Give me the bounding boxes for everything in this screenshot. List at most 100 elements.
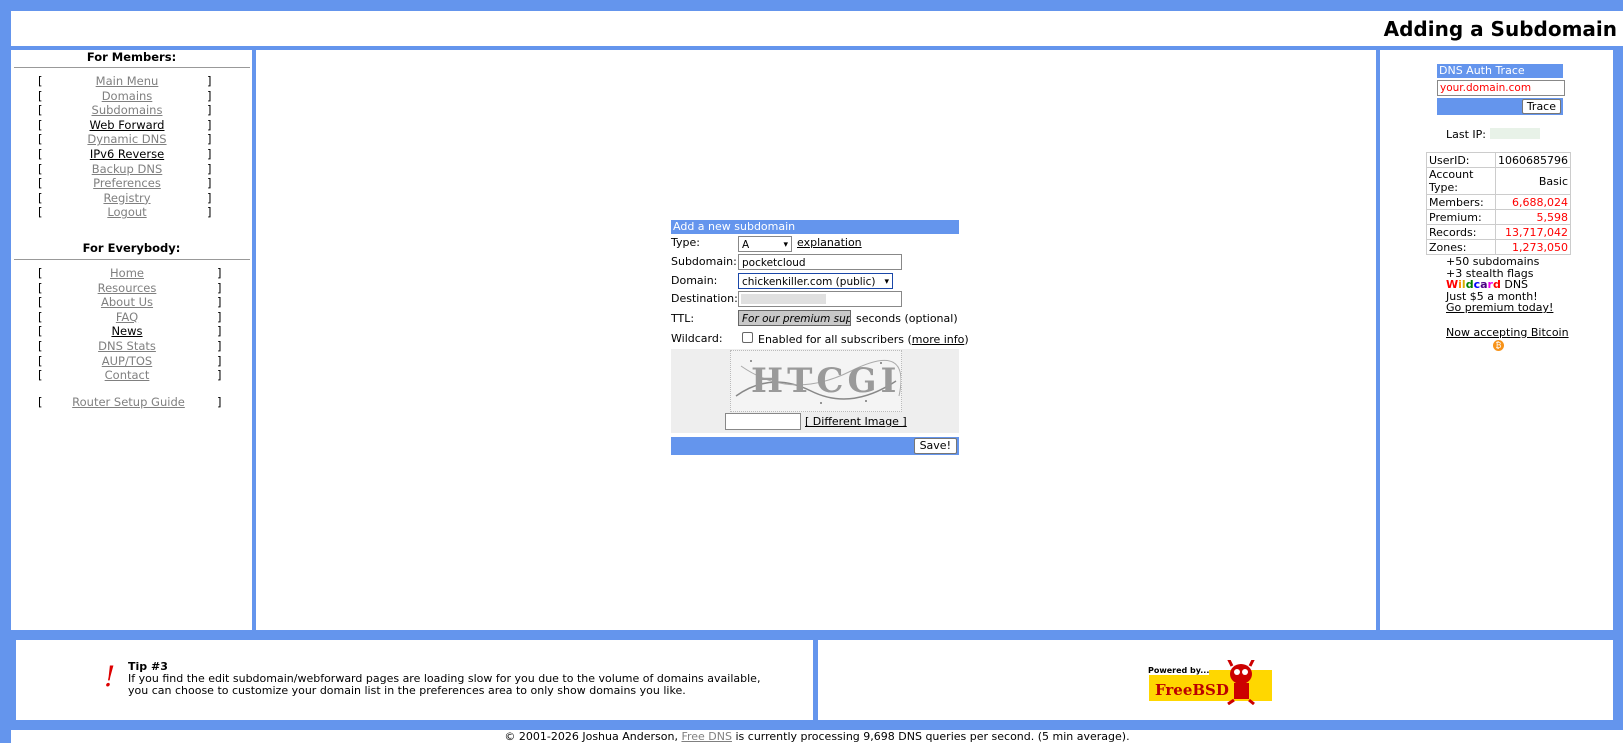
news-link[interactable]: News — [52, 324, 202, 338]
preferences-link[interactable]: Preferences — [52, 176, 202, 190]
resources-link[interactable]: Resources — [52, 281, 202, 295]
faq-link[interactable]: FAQ — [52, 310, 202, 324]
stat-value: 5,598 — [1495, 209, 1571, 225]
stats-row: Zones: 1,273,050 — [1426, 239, 1571, 255]
explanation-link[interactable]: explanation — [797, 236, 862, 249]
stat-label: Zones: — [1426, 239, 1496, 255]
stat-label: Account Type: — [1426, 167, 1496, 195]
redacted-value — [741, 294, 826, 304]
type-select[interactable]: A ▾ — [738, 236, 792, 252]
sidebar-item-news: [News] — [38, 324, 222, 339]
stat-label: UserID: — [1426, 152, 1496, 168]
wildcard-label: Wildcard: — [671, 332, 723, 345]
stat-value: 13,717,042 — [1495, 224, 1571, 240]
trace-button[interactable]: Trace — [1521, 99, 1561, 114]
subdomain-label: Subdomain: — [671, 255, 737, 268]
contact-link[interactable]: Contact — [52, 368, 202, 382]
everybody-section-title: For Everybody: — [82, 241, 181, 255]
sidebar-item-subdomains: [Subdomains] — [38, 103, 212, 118]
bitcoin-icon: ₿ — [1493, 340, 1504, 351]
freebsd-logo[interactable]: Powered by... FreeBSD — [1148, 657, 1272, 706]
ttl-input[interactable]: For our premium suppc — [738, 310, 851, 326]
ipv6-reverse-link[interactable]: IPv6 Reverse — [52, 147, 202, 161]
destination-input[interactable] — [738, 291, 902, 307]
subdomain-input[interactable]: pocketcloud — [738, 254, 902, 270]
stats-row: Account Type: Basic — [1426, 167, 1571, 195]
home-link[interactable]: Home — [52, 266, 202, 280]
logout-link[interactable]: Logout — [52, 205, 202, 219]
sidebar-item-dns-stats: [DNS Stats] — [38, 339, 222, 353]
router-setup-guide-link[interactable]: Router Setup Guide — [61, 395, 196, 409]
main-menu-link[interactable]: Main Menu — [52, 74, 202, 88]
sidebar-item-resources: [Resources] — [38, 280, 222, 295]
stats-row: Members: 6,688,024 — [1426, 194, 1571, 210]
exclamation-icon: ! — [104, 660, 116, 693]
type-label: Type: — [671, 236, 700, 249]
stat-value: 6,688,024 — [1495, 194, 1571, 210]
trace-title: DNS Auth Trace — [1437, 64, 1563, 78]
free-dns-link[interactable]: Free DNS — [681, 730, 732, 743]
stat-value: 1,273,050 — [1495, 239, 1571, 255]
subdomains-link[interactable]: Subdomains — [52, 103, 202, 117]
sidebar-item-home: [Home] — [38, 266, 222, 280]
chevron-down-icon: ▾ — [884, 277, 889, 287]
ttl-suffix: seconds (optional) — [856, 312, 958, 325]
beastie-daemon-icon — [1224, 657, 1256, 706]
registry-link[interactable]: Registry — [52, 191, 202, 205]
members-section-title: For Members: — [86, 50, 177, 64]
form-heading: Add a new subdomain — [671, 220, 959, 234]
stat-value: Basic — [1495, 167, 1571, 195]
powered-by-box: Powered by... FreeBSD — [818, 640, 1613, 720]
dns-stats-link[interactable]: DNS Stats — [52, 339, 202, 353]
main-content: Add a new subdomain Type: A ▾ explanatio… — [256, 50, 1376, 630]
go-premium-link[interactable]: Go premium today! — [1446, 302, 1553, 314]
captcha-image: HTCGI — [730, 350, 902, 412]
sidebar-item-main-menu: [Main Menu] — [38, 74, 212, 88]
ttl-label: TTL: — [671, 312, 695, 325]
domain-select[interactable]: chickenkiller.com (public) ▾ — [738, 273, 893, 289]
sidebar-item-contact: [Contact] — [38, 368, 222, 383]
about-us-link[interactable]: About Us — [52, 295, 202, 309]
copyright-line: © 2001-2026 Joshua Anderson, Free DNS is… — [11, 730, 1623, 743]
dynamic-dns-link[interactable]: Dynamic DNS — [52, 132, 202, 146]
captcha-area: HTCGI [ Different Image ] — [671, 349, 959, 433]
captcha-input[interactable] — [725, 413, 801, 430]
bitcoin-link[interactable]: Now accepting Bitcoin — [1446, 326, 1569, 339]
domain-label: Domain: — [671, 274, 718, 287]
more-info-link[interactable]: more info — [912, 333, 965, 346]
sidebar-item-about-us: [About Us] — [38, 295, 222, 310]
stats-row: Premium: 5,598 — [1426, 209, 1571, 225]
wildcard-checkbox[interactable] — [742, 332, 753, 343]
stat-label: Members: — [1426, 194, 1496, 210]
form-footer-bar: Save! — [671, 437, 959, 455]
last-ip-label: Last IP: — [1446, 128, 1486, 141]
sidebar-item-router-setup-guide: [ Router Setup Guide ] — [38, 395, 222, 409]
stat-value: 1060685796 — [1495, 152, 1571, 168]
sidebar-item-dynamic-dns: [Dynamic DNS] — [38, 132, 212, 147]
stats-table: UserID: 1060685796 Account Type: Basic Membe… — [1426, 152, 1571, 255]
right-sidebar: DNS Auth Trace your.domain.com Trace Las… — [1380, 50, 1613, 630]
aup-tos-link[interactable]: AUP/TOS — [52, 354, 202, 368]
header-bar: Adding a Subdomain — [11, 11, 1623, 46]
sidebar-item-aup-tos: [AUP/TOS] — [38, 353, 222, 368]
add-subdomain-form: Add a new subdomain Type: A ▾ explanatio… — [671, 220, 969, 455]
premium-promo: +50 subdomains +3 stealth flags Wildcard… — [1446, 255, 1554, 314]
backup-dns-link[interactable]: Backup DNS — [52, 162, 202, 176]
chevron-down-icon: ▾ — [783, 240, 788, 250]
tip-text: Tip #3 If you find the edit subdomain/we… — [128, 660, 761, 697]
domains-link[interactable]: Domains — [52, 89, 202, 103]
stats-row: UserID: 1060685796 — [1426, 152, 1571, 168]
captcha-text: HTCGI — [751, 361, 901, 401]
last-ip-redacted — [1490, 128, 1540, 139]
page-title: Adding a Subdomain — [1383, 17, 1617, 41]
sidebar-item-faq: [FAQ] — [38, 309, 222, 324]
sidebar-item-registry: [Registry] — [38, 190, 212, 205]
sidebar-item-ipv6-reverse: [IPv6 Reverse] — [38, 147, 212, 161]
stat-label: Premium: — [1426, 209, 1496, 225]
sidebar-item-logout: [Logout] — [38, 205, 212, 220]
save-button[interactable]: Save! — [913, 438, 957, 454]
web-forward-link[interactable]: Web Forward — [52, 118, 202, 132]
different-image-link[interactable]: [ Different Image ] — [805, 415, 907, 428]
trace-input[interactable]: your.domain.com — [1437, 80, 1565, 96]
sidebar-item-web-forward: [Web Forward] — [38, 117, 212, 132]
